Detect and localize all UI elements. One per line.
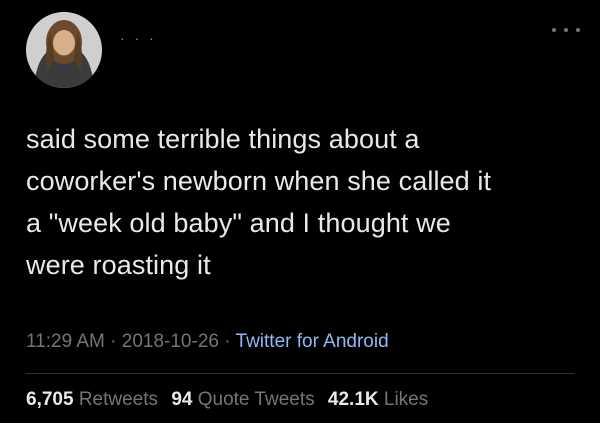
retweets-label: Retweets bbox=[78, 389, 159, 410]
tweet-text: said some terrible things about a cowork… bbox=[26, 118, 586, 286]
tweet-header: · · · bbox=[26, 12, 586, 92]
tweet-source-link[interactable]: Twitter for Android bbox=[236, 331, 389, 352]
quote-tweets-count: 94 bbox=[171, 389, 193, 410]
avatar[interactable] bbox=[26, 12, 102, 88]
quote-tweets-label: Quote Tweets bbox=[197, 389, 315, 410]
retweets-stat[interactable]: 6,705 Retweets bbox=[26, 389, 158, 410]
tweet-stats: 6,705 Retweets 94 Quote Tweets 42.1K Lik… bbox=[26, 389, 436, 411]
tweet-meta: 11:29 AM · 2018-10-26 · Twitter for Andr… bbox=[26, 331, 389, 353]
more-horizontal-icon[interactable] bbox=[552, 20, 580, 40]
meta-separator: · bbox=[104, 331, 122, 352]
redacted-username: · · · bbox=[120, 30, 157, 46]
quote-tweets-stat[interactable]: 94 Quote Tweets bbox=[171, 389, 314, 410]
avatar-image bbox=[26, 12, 102, 88]
more-dot bbox=[576, 28, 580, 32]
tweet-date[interactable]: 2018-10-26 bbox=[122, 331, 219, 352]
tweet-text-line: said some terrible things about a bbox=[26, 124, 420, 154]
likes-stat[interactable]: 42.1K Likes bbox=[328, 389, 428, 410]
likes-count: 42.1K bbox=[327, 389, 379, 410]
more-dot bbox=[552, 28, 556, 32]
retweets-count: 6,705 bbox=[26, 389, 74, 410]
tweet-text-line: were roasting it bbox=[26, 250, 211, 280]
meta-separator: · bbox=[218, 331, 236, 352]
likes-label: Likes bbox=[383, 389, 429, 410]
divider bbox=[26, 373, 574, 374]
tweet-text-line: coworker's newborn when she called it bbox=[26, 166, 492, 196]
tweet-time[interactable]: 11:29 AM bbox=[26, 331, 105, 352]
more-dot bbox=[564, 28, 568, 32]
tweet-text-line: a "week old baby" and I thought we bbox=[26, 208, 451, 238]
